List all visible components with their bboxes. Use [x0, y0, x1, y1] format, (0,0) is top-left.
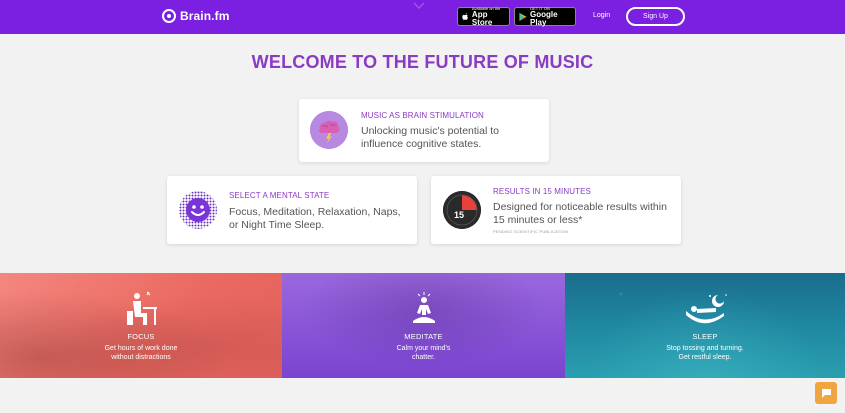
smiley-face-icon [179, 191, 217, 229]
banner-description-line: Stop tossing and turning. [666, 345, 744, 352]
card-body: Designed for noticeable results within 1… [493, 201, 667, 226]
logo-text: Brain.fm [180, 9, 230, 23]
app-store-big: App Store [471, 9, 493, 27]
page-title: WELCOME TO THE FUTURE OF MUSIC [251, 52, 594, 72]
banner-description-line: Get restful sleep. [678, 354, 732, 361]
timer-value: 15 [454, 210, 464, 220]
chat-widget-button[interactable] [815, 382, 837, 404]
banner-description: Calm your mind's chatter. [282, 344, 565, 362]
banner-description-line: without distractions [111, 354, 171, 361]
banner-label: MEDITATE [404, 332, 443, 341]
banner-description: Get hours of work done without distracti… [0, 344, 282, 362]
chat-bubble-icon [821, 388, 831, 398]
play-store-icon [519, 12, 527, 21]
card-body: Focus, Meditation, Relaxation, Naps, or … [229, 206, 401, 231]
card-heading: RESULTS IN 15 MINUTES [493, 187, 591, 196]
banner-description-line: chatter. [412, 354, 435, 361]
card-fine-print: PENDING SCIENTIFIC PUBLICATION [493, 229, 569, 234]
top-nav-bar: Brain.fm Available on the App Store GET … [0, 0, 845, 34]
login-link[interactable]: Login [593, 12, 610, 19]
app-store-button[interactable]: Available on the App Store [457, 6, 510, 27]
sleeping-person-moon-icon [686, 294, 727, 324]
meditating-person-icon [412, 292, 435, 323]
chevron-down-icon[interactable] [413, 2, 425, 9]
google-play-big: Google Play [529, 9, 558, 27]
card-heading: MUSIC AS BRAIN STIMULATION [361, 111, 484, 120]
card-body: Unlocking music's potential to influence… [361, 125, 499, 150]
timer-icon: 15 [443, 191, 481, 229]
banner-description-line: Calm your mind's [396, 345, 451, 352]
logo-mark-icon [162, 9, 176, 23]
card-heading: SELECT A MENTAL STATE [229, 191, 330, 200]
banner-label: FOCUS [127, 332, 155, 341]
feature-card-mental-state: SELECT A MENTAL STATE Focus, Meditation,… [167, 176, 417, 244]
banner-description: Stop tossing and turning. Get restful sl… [565, 344, 845, 362]
person-at-desk-icon [127, 291, 157, 325]
feature-card-results: 15 RESULTS IN 15 MINUTES Designed for no… [431, 176, 681, 244]
brain-lightning-icon [310, 111, 348, 149]
apple-icon [462, 12, 468, 20]
signup-button[interactable]: Sign Up [626, 7, 685, 26]
banner-sleep[interactable]: SLEEP Stop tossing and turning. Get rest… [565, 273, 845, 378]
brainfm-logo[interactable]: Brain.fm [162, 9, 229, 23]
feature-card-brain-stimulation: MUSIC AS BRAIN STIMULATION Unlocking mus… [299, 99, 549, 162]
banner-description-line: Get hours of work done [104, 345, 178, 352]
banner-meditate[interactable]: MEDITATE Calm your mind's chatter. [282, 273, 565, 378]
banner-focus[interactable]: FOCUS Get hours of work done without dis… [0, 273, 282, 378]
banner-label: SLEEP [692, 332, 718, 341]
google-play-button[interactable]: GET IT ON Google Play [514, 6, 576, 27]
